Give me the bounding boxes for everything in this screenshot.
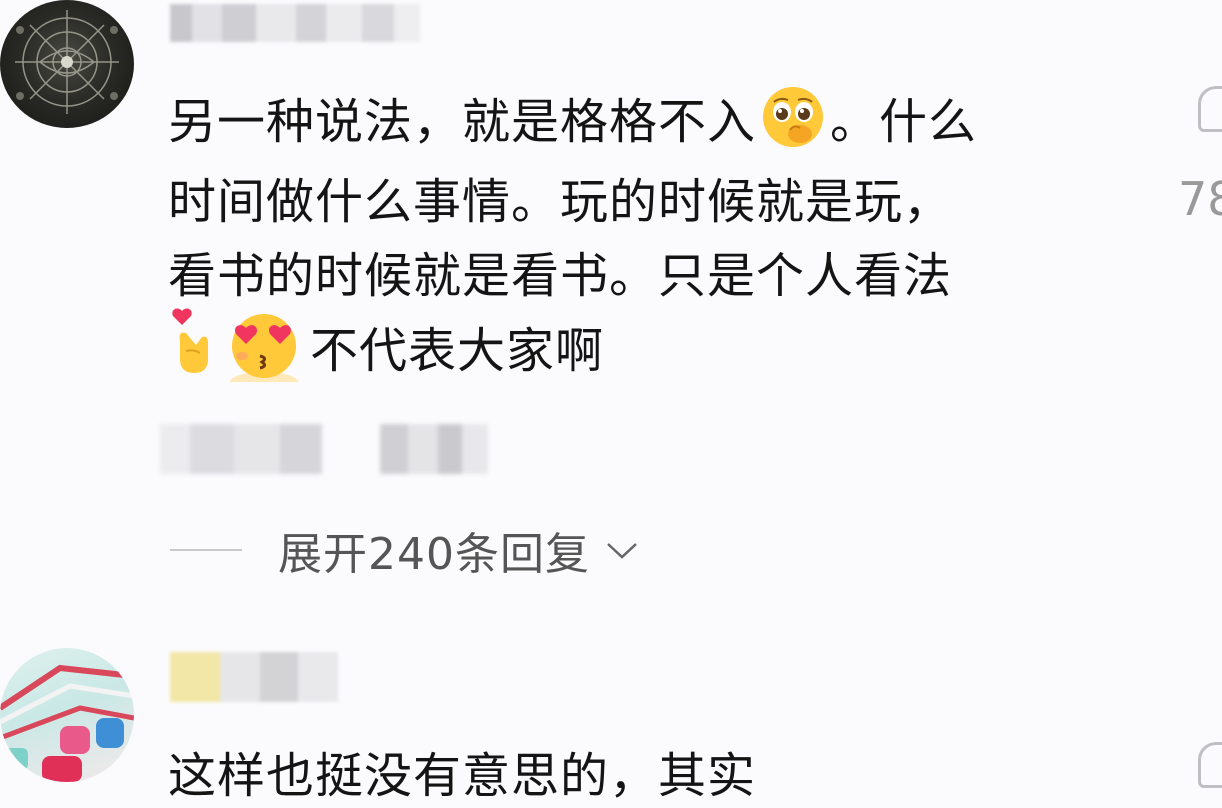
comment-text-segment: 另一种说法，就是格格不入 xyxy=(168,94,757,150)
divider xyxy=(170,549,242,551)
heart-eyes-kiss-icon xyxy=(224,310,304,392)
like-count: 78 xyxy=(1178,172,1222,226)
comment-text-segment: 不代表大家啊 xyxy=(310,323,605,379)
comment-text-segment: 这样也挺没有意思的，其实 xyxy=(168,748,757,804)
comment-line-1: 另一种说法，就是格格不入 。什么 xyxy=(168,82,977,152)
chevron-down-icon xyxy=(607,543,637,559)
avatar[interactable] xyxy=(0,0,134,128)
comment-text-segment: 时间做什么事情。玩的时候就是玩， xyxy=(168,174,953,230)
avatar-icon xyxy=(15,10,119,114)
avatar[interactable] xyxy=(0,648,134,782)
comment-screen: 另一种说法，就是格格不入 。什么 时间做什么事情。玩的时候就是玩， 看书的时候就… xyxy=(0,0,1222,808)
comment-line-1: 这样也挺没有意思的，其实 xyxy=(168,736,756,806)
username-redacted[interactable] xyxy=(170,652,338,702)
expand-replies-label: 展开240条回复 xyxy=(278,529,590,580)
expand-replies-button[interactable]: 展开240条回复 xyxy=(170,518,640,582)
comment-text-segment: 看书的时候就是看书。只是个人看法 xyxy=(168,248,953,304)
comment-meta-redacted xyxy=(160,424,322,474)
like-icon[interactable] xyxy=(1198,742,1222,788)
pleading-face-icon xyxy=(760,84,826,150)
comment-line-3: 看书的时候就是看书。只是个人看法 xyxy=(168,236,952,306)
comment-text-segment: 。什么 xyxy=(830,94,978,150)
comment-line-4: 不代表大家啊 xyxy=(168,308,605,392)
comment-line-2: 时间做什么事情。玩的时候就是玩， xyxy=(168,162,952,232)
username-redacted[interactable] xyxy=(170,4,420,42)
like-icon[interactable] xyxy=(1198,86,1222,132)
avatar-icon xyxy=(0,664,134,782)
reply-button-redacted[interactable] xyxy=(380,424,488,474)
heart-hand-icon xyxy=(168,308,220,379)
